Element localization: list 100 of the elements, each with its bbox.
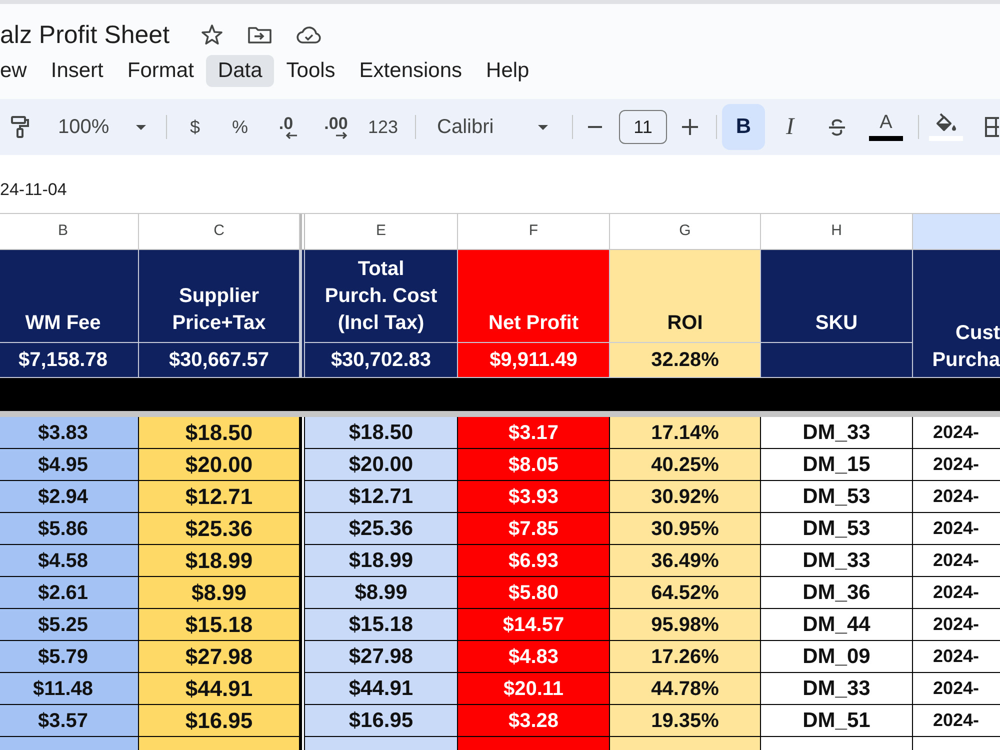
- table-cell[interactable]: $5.79: [0, 641, 139, 673]
- decimal-places-button[interactable]: .0: [266, 107, 306, 147]
- font-size-field[interactable]: 11: [619, 110, 667, 144]
- table-cell[interactable]: $3.83: [0, 417, 139, 449]
- menu-item[interactable]: Data: [206, 55, 274, 87]
- table-cell[interactable]: 17.26%: [610, 641, 761, 673]
- italic-button[interactable]: I: [770, 104, 810, 150]
- table-cell[interactable]: [458, 737, 610, 750]
- menu-item[interactable]: Insert: [38, 55, 116, 87]
- table-cell[interactable]: DM_09: [761, 641, 913, 673]
- table-cell[interactable]: $18.50: [139, 417, 300, 449]
- table-cell[interactable]: 44.78%: [610, 673, 761, 705]
- table-cell[interactable]: [0, 737, 139, 750]
- table-cell[interactable]: DM_51: [761, 705, 913, 737]
- grid-icon[interactable]: [985, 116, 999, 138]
- total-cell: 32.28%: [610, 343, 761, 378]
- table-cell[interactable]: DM_44: [761, 609, 913, 641]
- table-cell[interactable]: $11.48: [0, 673, 139, 705]
- menu-item[interactable]: Help: [474, 55, 542, 87]
- table-cell[interactable]: DM_33: [761, 673, 913, 705]
- table-cell[interactable]: $5.80: [458, 577, 610, 609]
- table-cell[interactable]: $4.83: [458, 641, 610, 673]
- table-cell[interactable]: [139, 737, 300, 750]
- table-cell[interactable]: DM_36: [761, 577, 913, 609]
- table-cell[interactable]: $20.00: [139, 449, 300, 481]
- table-cell[interactable]: $18.50: [305, 417, 458, 449]
- table-cell[interactable]: 40.25%: [610, 449, 761, 481]
- formula-input[interactable]: 24-11-04: [0, 155, 1000, 213]
- table-cell[interactable]: $14.57: [458, 609, 610, 641]
- table-cell[interactable]: [610, 737, 761, 750]
- table-cell[interactable]: $20.00: [305, 449, 458, 481]
- column-header[interactable]: E: [305, 214, 458, 250]
- menu-item[interactable]: Format: [115, 55, 206, 87]
- column-title-cell: WM Fee: [0, 250, 139, 343]
- column-title-cell: Supplier Price+Tax: [139, 250, 300, 343]
- table-cell[interactable]: $4.58: [0, 545, 139, 577]
- table-cell[interactable]: $2.94: [0, 481, 139, 513]
- table-cell[interactable]: $16.95: [139, 705, 300, 737]
- format-button[interactable]: %: [220, 107, 260, 147]
- folder-arrow-icon[interactable]: [246, 24, 273, 46]
- table-cell[interactable]: $8.99: [305, 577, 458, 609]
- menu-item[interactable]: Tools: [274, 55, 348, 87]
- table-cell[interactable]: $8.05: [458, 449, 610, 481]
- column-header[interactable]: C: [139, 214, 300, 250]
- column-header[interactable]: F: [458, 214, 610, 250]
- table-cell[interactable]: $4.95: [0, 449, 139, 481]
- table-cell[interactable]: $16.95: [305, 705, 458, 737]
- format-button[interactable]: $: [175, 107, 215, 147]
- table-cell[interactable]: $25.36: [139, 513, 300, 545]
- table-cell[interactable]: 19.35%: [610, 705, 761, 737]
- table-cell[interactable]: $8.99: [139, 577, 300, 609]
- table-cell[interactable]: $18.99: [305, 545, 458, 577]
- table-cell[interactable]: $27.98: [139, 641, 300, 673]
- table-cell[interactable]: $3.93: [458, 481, 610, 513]
- cloud-check-icon[interactable]: [294, 24, 323, 46]
- table-cell[interactable]: $27.98: [305, 641, 458, 673]
- zoom-dropdown[interactable]: 100%: [44, 107, 156, 147]
- decimal-places-button[interactable]: .00: [316, 107, 356, 147]
- table-cell[interactable]: $5.25: [0, 609, 139, 641]
- caret-icon: [136, 124, 146, 130]
- table-cell[interactable]: $3.57: [0, 705, 139, 737]
- table-cell[interactable]: $44.91: [305, 673, 458, 705]
- table-cell[interactable]: DM_15: [761, 449, 913, 481]
- table-cell[interactable]: $12.71: [305, 481, 458, 513]
- font-dropdown[interactable]: Calibri: [424, 107, 560, 147]
- table-cell[interactable]: 95.98%: [610, 609, 761, 641]
- table-cell[interactable]: $12.71: [139, 481, 300, 513]
- table-cell[interactable]: DM_53: [761, 481, 913, 513]
- table-cell[interactable]: DM_33: [761, 417, 913, 449]
- table-cell[interactable]: DM_53: [761, 513, 913, 545]
- table-cell[interactable]: $15.18: [139, 609, 300, 641]
- column-header[interactable]: G: [610, 214, 761, 250]
- table-cell[interactable]: $25.36: [305, 513, 458, 545]
- star-icon[interactable]: [200, 23, 224, 47]
- table-cell[interactable]: 30.92%: [610, 481, 761, 513]
- total-cell: $30,667.57: [139, 343, 300, 378]
- column-header[interactable]: H: [761, 214, 913, 250]
- document-title[interactable]: alz Profit Sheet: [0, 19, 170, 51]
- table-cell[interactable]: DM_33: [761, 545, 913, 577]
- table-cell[interactable]: 17.14%: [610, 417, 761, 449]
- table-cell[interactable]: $3.17: [458, 417, 610, 449]
- format-button[interactable]: 123: [363, 107, 403, 147]
- table-cell[interactable]: $3.28: [458, 705, 610, 737]
- table-cell[interactable]: 36.49%: [610, 545, 761, 577]
- table-cell[interactable]: [305, 737, 458, 750]
- bold-button[interactable]: B: [722, 104, 765, 150]
- table-cell[interactable]: 64.52%: [610, 577, 761, 609]
- menu-item[interactable]: Extensions: [347, 55, 474, 87]
- table-cell[interactable]: $6.93: [458, 545, 610, 577]
- text-color-button[interactable]: A: [866, 104, 906, 150]
- table-cell[interactable]: $5.86: [0, 513, 139, 545]
- table-cell[interactable]: $15.18: [305, 609, 458, 641]
- table-cell[interactable]: $2.61: [0, 577, 139, 609]
- table-cell[interactable]: $44.91: [139, 673, 300, 705]
- table-cell[interactable]: 30.95%: [610, 513, 761, 545]
- table-cell[interactable]: $18.99: [139, 545, 300, 577]
- menu-item[interactable]: ew: [0, 55, 39, 87]
- column-header[interactable]: B: [0, 214, 139, 250]
- table-cell[interactable]: $7.85: [458, 513, 610, 545]
- table-cell[interactable]: $20.11: [458, 673, 610, 705]
